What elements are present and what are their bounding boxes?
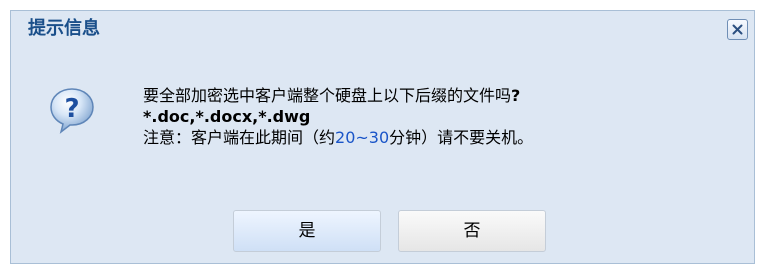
warning-suffix: 分钟）请不要关机。	[389, 128, 534, 147]
message-question-text: 要全部加密选中客户端整个硬盘上以下后缀的文件吗	[143, 86, 512, 105]
dialog-message: 要全部加密选中客户端整个硬盘上以下后缀的文件吗? *.doc,*.docx,*.…	[143, 85, 533, 148]
warning-duration: 20~30	[335, 128, 390, 147]
dialog-titlebar: 提示信息	[11, 11, 754, 47]
close-icon	[732, 24, 743, 35]
warning-prefix: 注意：客户端在此期间（约	[143, 128, 336, 147]
message-line-question: 要全部加密选中客户端整个硬盘上以下后缀的文件吗?	[143, 85, 533, 106]
yes-button[interactable]: 是	[233, 210, 381, 252]
message-line-warning: 注意：客户端在此期间（约20~30分钟）请不要关机。	[143, 127, 533, 148]
prompt-dialog: 提示信息 ? 要全部加密选中客户端整个硬盘上以下后缀的文件吗? *.doc,*.…	[10, 10, 755, 264]
message-question-mark: ?	[511, 86, 521, 105]
message-line-extensions: *.doc,*.docx,*.dwg	[143, 107, 311, 126]
close-button[interactable]	[727, 19, 748, 40]
svg-text:?: ?	[64, 94, 79, 124]
question-icon: ?	[50, 88, 94, 134]
no-button[interactable]: 否	[398, 210, 546, 252]
dialog-title: 提示信息	[28, 18, 100, 39]
